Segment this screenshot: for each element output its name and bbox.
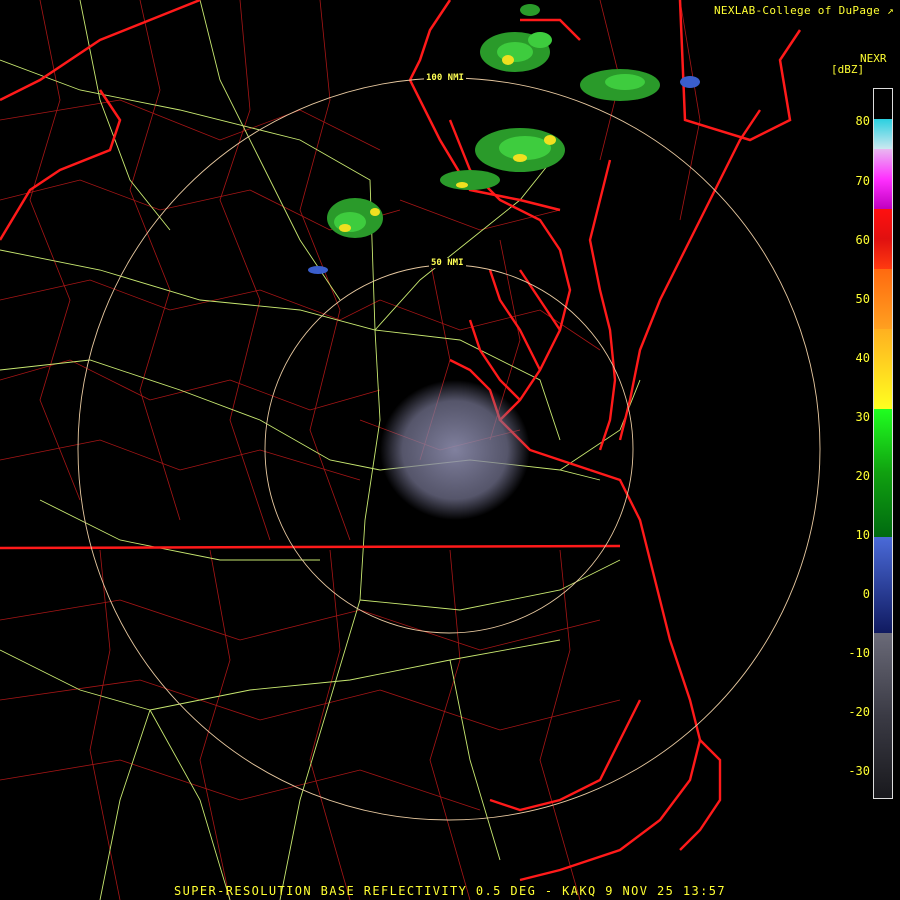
legend-tick-10: 10: [855, 528, 870, 542]
external-link-icon: ↗: [887, 4, 894, 17]
credit-header[interactable]: NEXLAB-College of DuPage ↗: [714, 4, 894, 17]
ground-clutter: [380, 380, 530, 520]
legend-tick-20: 20: [855, 469, 870, 483]
legend-tick-50: 50: [855, 292, 870, 306]
legend-tick-80: 80: [855, 114, 870, 128]
legend-tick-neg10: -10: [848, 646, 870, 660]
credit-text: NEXLAB-College of DuPage: [713, 4, 881, 17]
county-lines: [0, 0, 701, 900]
legend-tick-neg20: -20: [848, 705, 870, 719]
radar-map: [0, 0, 821, 900]
legend-tick-neg30: -30: [848, 764, 870, 778]
legend-tick-0: 0: [862, 587, 870, 601]
legend-units: [dBZ]: [831, 63, 865, 76]
legend-tick-30: 30: [855, 410, 870, 424]
range-ring-label-outer: 100 NMI: [424, 73, 466, 83]
legend-tick-40: 40: [855, 351, 870, 365]
product-caption: SUPER-RESOLUTION BASE REFLECTIVITY 0.5 D…: [174, 884, 726, 898]
legend-tick-60: 60: [855, 233, 870, 247]
color-scale-bar: [873, 88, 893, 799]
range-ring-label-inner: 50 NMI: [429, 258, 466, 268]
precipitation-echoes: [308, 4, 700, 274]
legend-tick-70: 70: [855, 174, 870, 188]
